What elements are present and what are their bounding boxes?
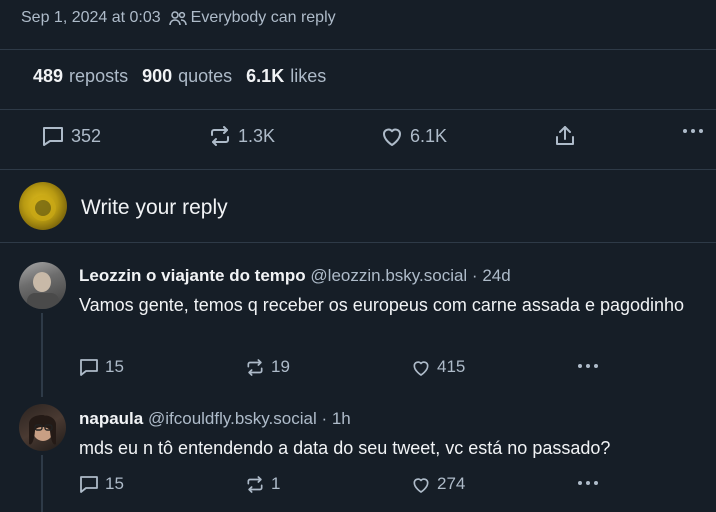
reply-author-name[interactable]: napaula xyxy=(79,409,143,428)
separator: · xyxy=(467,266,483,285)
repost-icon xyxy=(211,126,229,146)
reply-header: Leozzin o viajante do tempo @leozzin.bsk… xyxy=(79,266,511,286)
reply-like-count: 274 xyxy=(437,474,466,493)
reply-text: Vamos gente, temos q receber os europeus… xyxy=(79,295,685,315)
reply-button[interactable]: 352 xyxy=(41,125,101,147)
reply-like-button[interactable]: 415 xyxy=(411,357,465,377)
post-timestamp[interactable]: Sep 1, 2024 at 0:03 xyxy=(21,9,161,27)
more-icon xyxy=(683,129,703,133)
reply-repost-button[interactable]: 1 xyxy=(245,474,280,494)
reply-more-button[interactable] xyxy=(577,363,605,369)
reply-permission: Everybody can reply xyxy=(190,9,336,26)
separator: · xyxy=(316,409,332,428)
reply-avatar[interactable] xyxy=(19,404,66,451)
thread-line xyxy=(41,455,43,512)
more-icon xyxy=(578,481,598,485)
people-icon xyxy=(168,11,187,26)
reply-reply-count: 15 xyxy=(105,357,124,376)
reply-author-handle[interactable]: @ifcouldfly.bsky.social xyxy=(148,409,317,428)
share-icon xyxy=(556,126,574,145)
reply-header: napaula @ifcouldfly.bsky.social · 1h xyxy=(79,409,351,429)
divider xyxy=(0,109,716,110)
reply-like-button[interactable]: 274 xyxy=(411,474,465,494)
reply-repost-count: 19 xyxy=(271,357,290,376)
post-action-bar: 352 1.3K 6.1K xyxy=(0,118,716,158)
like-button[interactable]: 6.1K xyxy=(380,125,447,147)
share-button[interactable] xyxy=(553,124,583,148)
more-icon xyxy=(578,364,598,368)
comment-icon xyxy=(80,358,98,376)
repost-icon xyxy=(247,358,263,376)
comment-icon xyxy=(80,475,98,493)
divider xyxy=(0,169,716,170)
reply-age[interactable]: 1h xyxy=(332,409,351,428)
like-count: 6.1K xyxy=(410,125,448,146)
heart-icon xyxy=(413,360,429,376)
post-meta: Sep 1, 2024 at 0:03 Everybody can reply xyxy=(21,9,336,27)
reply-like-count: 415 xyxy=(437,357,466,376)
post-stats: 489 reposts 900 quotes 6.1K likes xyxy=(33,66,340,87)
more-options-button[interactable] xyxy=(681,127,711,135)
repost-count: 1.3K xyxy=(238,125,276,146)
divider xyxy=(0,49,716,50)
reply-reply-count: 15 xyxy=(105,474,124,493)
comment-icon xyxy=(43,127,63,146)
reply-text: mds eu n tô entendendo a data do seu twe… xyxy=(79,438,611,458)
reply-reply-button[interactable]: 15 xyxy=(79,474,124,494)
reposts-count[interactable]: 489 xyxy=(33,66,63,87)
reply-more-button[interactable] xyxy=(577,480,605,486)
heart-icon xyxy=(383,128,401,146)
reply-repost-count: 1 xyxy=(271,474,281,493)
quotes-label[interactable]: quotes xyxy=(178,66,232,87)
quotes-count[interactable]: 900 xyxy=(142,66,172,87)
heart-icon xyxy=(413,477,429,493)
divider xyxy=(0,242,716,243)
reply-age[interactable]: 24d xyxy=(482,266,510,285)
reply-count: 352 xyxy=(71,125,102,146)
reply-author-handle[interactable]: @leozzin.bsky.social xyxy=(310,266,467,285)
thread-line xyxy=(41,313,43,397)
reposts-label[interactable]: reposts xyxy=(69,66,128,87)
repost-icon xyxy=(247,475,263,493)
reply-avatar[interactable] xyxy=(19,262,66,309)
likes-label[interactable]: likes xyxy=(290,66,326,87)
user-avatar[interactable] xyxy=(19,182,67,230)
write-reply-prompt[interactable]: Write your reply xyxy=(81,196,228,220)
reply-author-name[interactable]: Leozzin o viajante do tempo xyxy=(79,266,306,285)
reply-repost-button[interactable]: 19 xyxy=(245,357,290,377)
likes-count[interactable]: 6.1K xyxy=(246,66,284,87)
reply-reply-button[interactable]: 15 xyxy=(79,357,124,377)
repost-button[interactable]: 1.3K xyxy=(208,125,275,147)
